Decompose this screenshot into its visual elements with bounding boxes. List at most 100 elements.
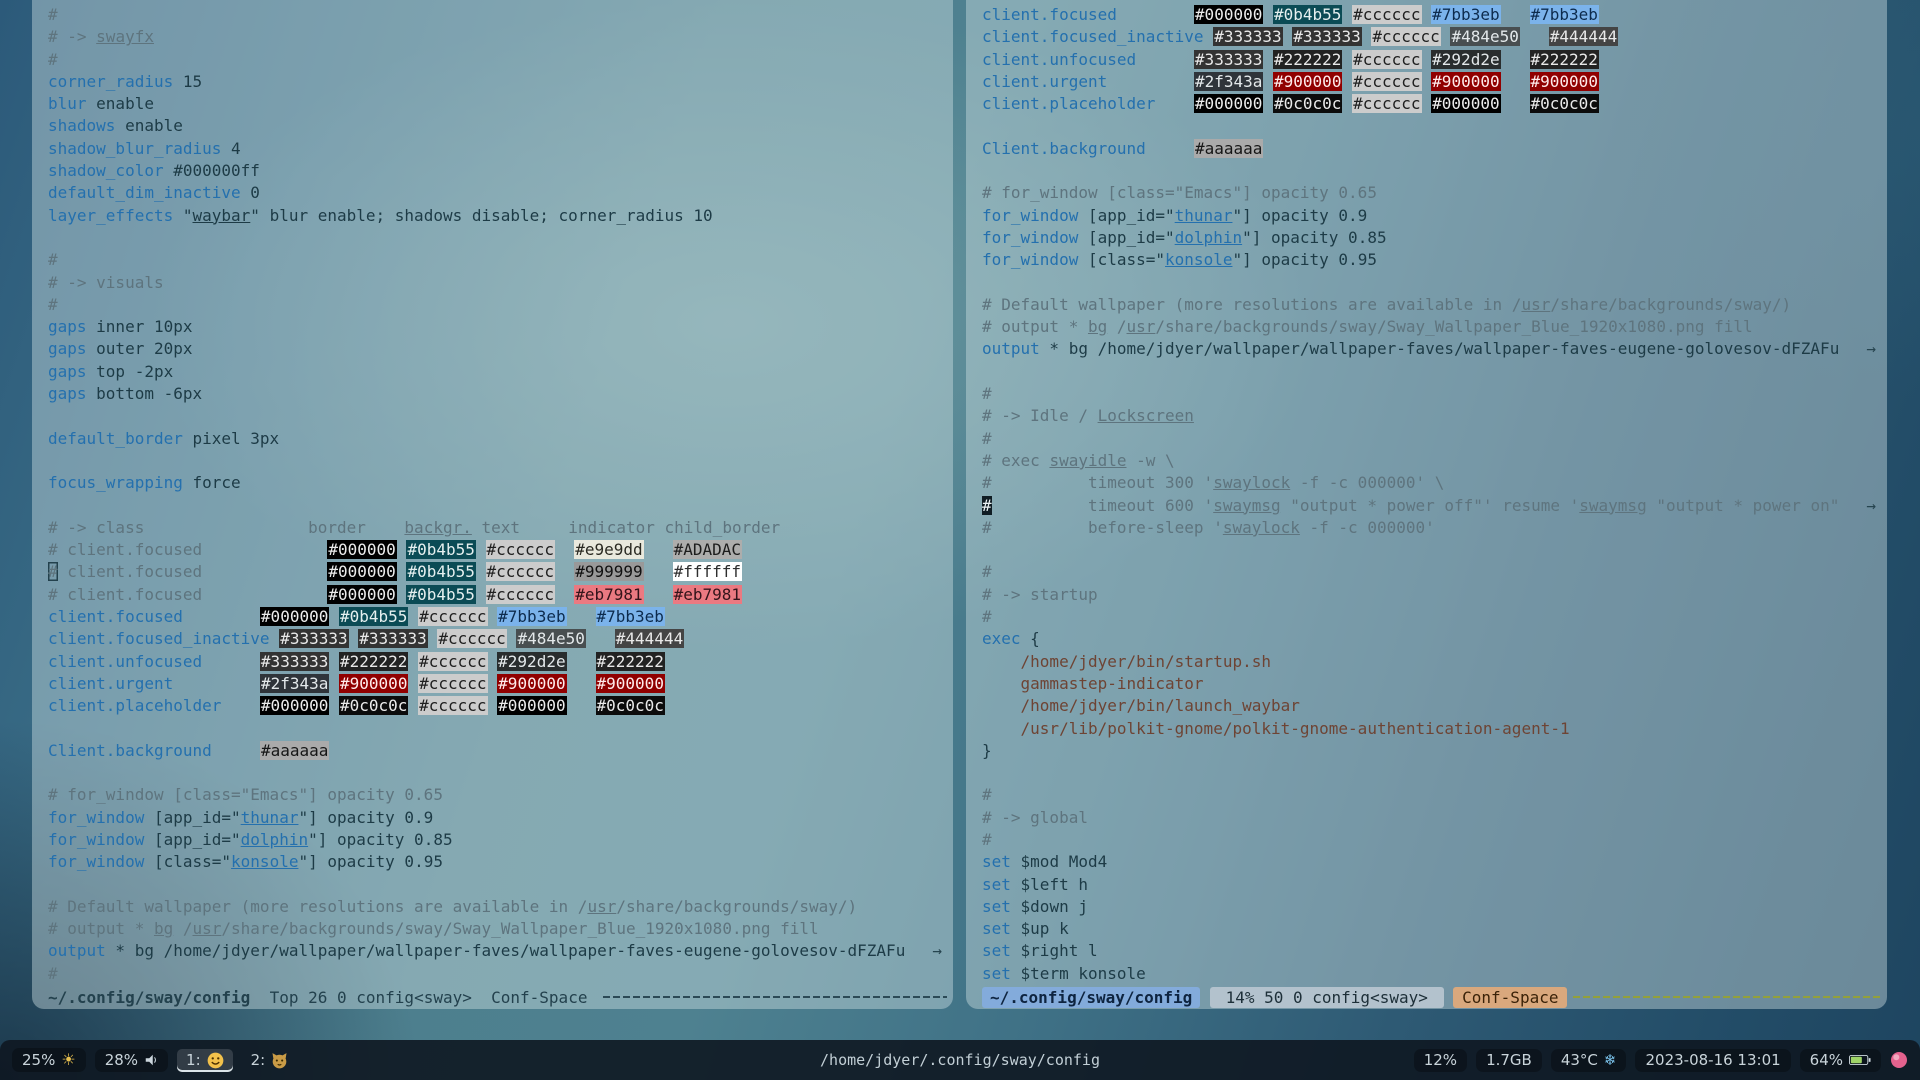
code-line: exec { bbox=[982, 628, 1879, 650]
code-line: for_window [app_id="dolphin"] opacity 0.… bbox=[982, 227, 1879, 249]
code-text bbox=[1501, 72, 1530, 91]
code-text[interactable]: thunar bbox=[241, 808, 299, 827]
volume-module[interactable]: 28% bbox=[95, 1049, 168, 1072]
waybar-left-modules: 25% ☀ 28% 1: 2: bbox=[12, 1048, 297, 1072]
code-line bbox=[982, 115, 1879, 137]
clock-module[interactable]: 2023-08-16 13:01 bbox=[1635, 1049, 1790, 1072]
cpu-module[interactable]: 12% bbox=[1414, 1049, 1467, 1072]
code-text bbox=[644, 585, 673, 604]
code-line: client.focused_inactive #333333 #333333 … bbox=[982, 26, 1879, 48]
comment-text: /share/backgrounds/sway/Sway_Wallpaper_B… bbox=[221, 919, 818, 938]
comment-text bbox=[202, 540, 327, 559]
truncation-arrow-icon: → bbox=[932, 940, 942, 962]
comment-text: # -> Idle / bbox=[982, 406, 1098, 425]
code-line: focus_wrapping force bbox=[48, 472, 945, 494]
config-keyword: set bbox=[982, 941, 1011, 960]
color-swatch: #000000 bbox=[327, 540, 396, 559]
comment-text[interactable]: backgr. bbox=[404, 518, 471, 537]
editor-pane-right[interactable]: client.focused #000000 #0b4b55 #cccccc #… bbox=[966, 0, 1887, 1009]
color-swatch: #333333 bbox=[1213, 27, 1282, 46]
color-swatch: #cccccc bbox=[418, 674, 487, 693]
workspace-1-button[interactable]: 1: bbox=[177, 1049, 233, 1072]
code-line: client.focused_inactive #333333 #333333 … bbox=[48, 628, 945, 650]
color-swatch: #7bb3eb bbox=[596, 607, 665, 626]
color-swatch: #aaaaaa bbox=[1194, 139, 1263, 158]
config-keyword: gaps bbox=[48, 362, 87, 381]
config-keyword: client.focused bbox=[48, 607, 183, 626]
comment-text[interactable]: swaylock bbox=[1213, 473, 1290, 492]
color-swatch: #2f343a bbox=[1194, 72, 1263, 91]
config-keyword: client.urgent bbox=[48, 674, 173, 693]
brightness-module[interactable]: 25% ☀ bbox=[12, 1048, 86, 1072]
color-swatch: #cccccc bbox=[486, 540, 555, 559]
color-swatch: #cccccc bbox=[1352, 50, 1421, 69]
inactive-cursor: # bbox=[48, 562, 58, 581]
config-keyword: set bbox=[982, 964, 1011, 983]
pill-icon[interactable] bbox=[1890, 1051, 1908, 1069]
minor-mode-indicator: Conf-Space bbox=[472, 988, 597, 1007]
color-swatch: #cccccc bbox=[418, 696, 487, 715]
comment-text[interactable]: usr bbox=[1127, 317, 1156, 336]
comment-text[interactable]: swayidle bbox=[1049, 451, 1126, 470]
code-text: [class=" bbox=[144, 852, 231, 871]
code-text: " blur enable; shadows disable; corner_r… bbox=[250, 206, 712, 225]
code-line: # bbox=[48, 963, 945, 985]
color-swatch: #000000 bbox=[497, 696, 566, 715]
code-text: } bbox=[982, 741, 992, 760]
code-line: # for_window [class="Emacs"] opacity 0.6… bbox=[982, 182, 1879, 204]
workspace-2-button[interactable]: 2: bbox=[242, 1049, 298, 1072]
cat-icon bbox=[271, 1052, 288, 1069]
comment-text[interactable]: swayfx bbox=[96, 27, 154, 46]
color-swatch: #0c0c0c bbox=[596, 696, 665, 715]
editor-pane-left[interactable]: ## -> swayfx#corner_radius 15blur enable… bbox=[32, 0, 953, 1009]
code-text[interactable]: thunar bbox=[1175, 206, 1233, 225]
comment-text[interactable]: bg bbox=[1088, 317, 1107, 336]
color-swatch: #0c0c0c bbox=[339, 696, 408, 715]
comment-text[interactable]: usr bbox=[1521, 295, 1550, 314]
comment-text[interactable]: Lockscreen bbox=[1098, 406, 1194, 425]
config-keyword: client.urgent bbox=[982, 72, 1107, 91]
code-text[interactable]: dolphin bbox=[241, 830, 308, 849]
comment-text: # exec bbox=[982, 451, 1049, 470]
code-text: $up k bbox=[1011, 919, 1069, 938]
code-text: "] opacity 0.95 bbox=[1232, 250, 1377, 269]
code-text bbox=[329, 652, 339, 671]
comment-text[interactable]: swaymsg bbox=[1213, 496, 1280, 515]
code-text bbox=[329, 607, 339, 626]
code-text: 0 bbox=[241, 183, 260, 202]
comment-text[interactable]: usr bbox=[193, 919, 222, 938]
temperature-module[interactable]: 43°C ❄ bbox=[1551, 1049, 1627, 1072]
code-line: shadow_blur_radius 4 bbox=[48, 138, 945, 160]
comment-text[interactable]: swaymsg bbox=[1579, 496, 1646, 515]
code-text: pixel 3px bbox=[183, 429, 279, 448]
config-keyword: gaps bbox=[48, 339, 87, 358]
code-text: [app_id=" bbox=[1078, 228, 1174, 247]
minor-mode-indicator: Conf-Space bbox=[1453, 987, 1567, 1008]
color-swatch: #000000 bbox=[327, 585, 396, 604]
config-keyword: client.placeholder bbox=[48, 696, 221, 715]
code-text[interactable]: konsole bbox=[1165, 250, 1232, 269]
battery-module[interactable]: 64% bbox=[1800, 1049, 1881, 1072]
code-text[interactable]: konsole bbox=[231, 852, 298, 871]
truncation-arrow-icon: → bbox=[1866, 495, 1876, 517]
speaker-icon bbox=[144, 1053, 158, 1067]
config-keyword: Client.background bbox=[982, 139, 1146, 158]
color-swatch: #0b4b55 bbox=[406, 562, 475, 581]
code-text bbox=[555, 562, 574, 581]
code-text[interactable]: dolphin bbox=[1175, 228, 1242, 247]
comment-text: # bbox=[48, 5, 58, 24]
code-text[interactable]: waybar bbox=[193, 206, 251, 225]
comment-text[interactable]: swaylock bbox=[1223, 518, 1300, 537]
comment-text: # bbox=[982, 429, 992, 448]
code-text: outer 20px bbox=[87, 339, 193, 358]
comment-text[interactable]: usr bbox=[587, 897, 616, 916]
comment-text[interactable]: bg bbox=[154, 919, 173, 938]
memory-module[interactable]: 1.7GB bbox=[1476, 1049, 1542, 1072]
code-line bbox=[982, 539, 1879, 561]
code-line: gammastep-indicator bbox=[982, 673, 1879, 695]
code-text bbox=[567, 674, 596, 693]
code-line: # client.focused #000000 #0b4b55 #cccccc… bbox=[48, 561, 945, 583]
code-line: gaps inner 10px bbox=[48, 316, 945, 338]
comment-text: # bbox=[48, 250, 58, 269]
color-swatch: #999999 bbox=[574, 562, 643, 581]
